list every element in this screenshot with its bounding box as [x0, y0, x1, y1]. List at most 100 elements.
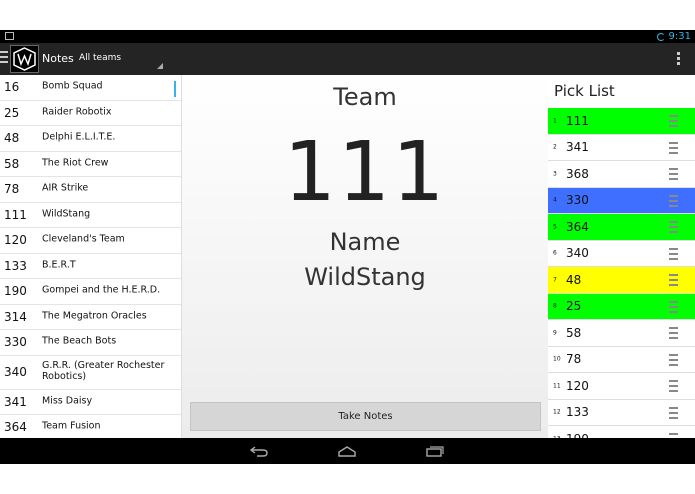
team-list-number: 58 — [4, 156, 20, 171]
team-list-name: The Beach Bots — [42, 335, 117, 347]
team-list-number: 314 — [4, 309, 27, 324]
team-list-item[interactable]: 190 Gompei and the H.E.R.D. — [0, 279, 181, 305]
team-list-number: 364 — [4, 420, 27, 435]
pick-list-item[interactable]: 3 368 — [548, 161, 695, 188]
take-notes-button[interactable]: Take Notes — [190, 402, 541, 431]
drag-handle-icon[interactable] — [669, 380, 678, 392]
app-logo[interactable] — [10, 45, 39, 73]
team-list-item[interactable]: 111 WildStang — [0, 203, 181, 228]
pick-list-item[interactable]: 13190 — [548, 426, 695, 438]
status-bar: 9:31 — [0, 30, 695, 43]
drawer-menu-icon[interactable] — [0, 51, 8, 67]
pick-list-item[interactable]: 2 341 — [548, 134, 695, 161]
pick-rank: 6 — [553, 249, 557, 257]
team-list-number: 340 — [4, 365, 27, 379]
bottom-margin — [0, 464, 695, 494]
team-list-item[interactable]: 133 B.E.R.T — [0, 254, 181, 279]
drag-handle-icon[interactable] — [669, 115, 678, 127]
name-label: Name — [329, 228, 401, 256]
overflow-menu-icon[interactable] — [677, 52, 681, 66]
notification-image-icon — [5, 32, 14, 40]
team-list-number: 133 — [4, 258, 27, 273]
team-list-number: 341 — [4, 394, 27, 409]
team-list-name: B.E.R.T — [42, 259, 76, 271]
team-list-name: Miss Daisy — [42, 395, 93, 407]
team-list-item[interactable]: 48 Delphi E.L.I.T.E. — [0, 126, 181, 152]
team-name: WildStang — [304, 263, 426, 291]
team-list-item[interactable]: 120 Cleveland's Team — [0, 228, 181, 254]
pick-rank: 12 — [553, 408, 561, 416]
status-right: 9:31 — [656, 30, 691, 43]
pick-rank: 11 — [553, 382, 561, 390]
home-icon[interactable] — [337, 445, 357, 457]
drag-handle-icon[interactable] — [669, 274, 678, 286]
team-list-number: 120 — [4, 233, 27, 248]
drag-handle-icon[interactable] — [669, 168, 678, 180]
pick-rank: 3 — [553, 170, 557, 178]
team-list-name: Gompei and the H.E.R.D. — [42, 284, 161, 296]
team-list-item[interactable]: 314 The Megatron Oracles — [0, 305, 181, 330]
pick-team-number: 120 — [566, 378, 589, 393]
pick-list-item[interactable]: 6 340 — [548, 240, 695, 267]
team-list-name: AIR Strike — [42, 182, 89, 194]
team-list-number: 48 — [4, 131, 20, 146]
pick-list-item[interactable]: 1 111 — [548, 108, 695, 135]
drag-handle-icon[interactable] — [669, 406, 678, 419]
pick-list-title: Pick List — [554, 82, 615, 100]
team-list-number: 190 — [4, 284, 27, 299]
team-list-item[interactable]: 16 Bomb Squad — [0, 75, 181, 101]
drag-handle-icon[interactable] — [669, 194, 678, 207]
team-filter-dropdown[interactable]: All teams — [79, 52, 163, 72]
pick-rank: 8 — [553, 302, 557, 310]
team-list-number: 330 — [4, 335, 27, 350]
drag-handle-icon[interactable] — [669, 141, 678, 154]
pick-list[interactable]: 1 111 2 341 3 368 4 330 5 364 6 340 7 48 8 25 9 58 10 78 11 1… — [548, 108, 695, 438]
drag-handle-icon[interactable] — [669, 327, 678, 339]
team-list-name: The Riot Crew — [42, 157, 109, 169]
drag-handle-icon[interactable] — [669, 221, 678, 233]
pick-list-item[interactable]: 5 364 — [548, 214, 695, 241]
team-list-item[interactable]: 364 Team Fusion — [0, 415, 181, 438]
pick-rank: 10 — [553, 355, 561, 363]
pick-team-number: 111 — [566, 113, 589, 128]
recent-apps-icon[interactable] — [425, 445, 445, 457]
navigation-bar — [0, 438, 695, 464]
top-margin — [0, 0, 695, 30]
pick-list-item[interactable]: 8 25 — [548, 293, 695, 320]
pick-list-item[interactable]: 10 78 — [548, 346, 695, 373]
team-list-number: 111 — [4, 207, 27, 222]
pick-team-number: 340 — [566, 246, 589, 261]
pick-list-item[interactable]: 7 48 — [548, 267, 695, 294]
team-filter-value: All teams — [79, 53, 122, 63]
pick-list-item[interactable]: 9 58 — [548, 320, 695, 347]
drag-handle-icon[interactable] — [669, 353, 678, 366]
team-list-item[interactable]: 25 Raider Robotix — [0, 101, 181, 126]
action-bar: Notes All teams — [0, 43, 695, 75]
team-list-item[interactable]: 78 AIR Strike — [0, 177, 181, 203]
drag-handle-icon[interactable] — [669, 247, 678, 260]
pick-rank: 1 — [553, 117, 557, 125]
team-list-name: Delphi E.L.I.T.E. — [42, 131, 116, 143]
drag-handle-icon[interactable] — [669, 300, 678, 313]
pick-list-item[interactable]: 12 133 — [548, 399, 695, 426]
team-list[interactable]: 16 Bomb Squad 25 Raider Robotix 48 Delphi E.L… — [0, 75, 182, 438]
team-list-item[interactable]: 341 Miss Daisy — [0, 390, 181, 415]
team-label: Team — [333, 83, 397, 111]
team-list-name: WildStang — [42, 208, 91, 220]
pick-list-item[interactable]: 4 330 — [548, 187, 695, 214]
pick-rank: 5 — [553, 223, 557, 231]
pick-team-number: 48 — [566, 272, 582, 287]
team-list-name: Cleveland's Team — [42, 233, 125, 245]
team-list-item[interactable]: 330 The Beach Bots — [0, 330, 181, 356]
team-list-item[interactable]: 58 The Riot Crew — [0, 152, 181, 177]
app-title: Notes — [42, 52, 74, 65]
team-list-name: The Megatron Oracles — [42, 310, 147, 322]
back-icon[interactable] — [249, 445, 269, 457]
team-list-item[interactable]: 340 G.R.R. (Greater Rochester Robotics) — [0, 356, 181, 390]
pick-list-panel: Pick List 1 111 2 341 3 368 4 330 5 364 6 340 7 48 8 25… — [548, 75, 695, 438]
pick-rank: 2 — [553, 143, 557, 151]
pick-list-item[interactable]: 11 120 — [548, 373, 695, 400]
pick-team-number: 133 — [566, 405, 589, 420]
team-list-number: 16 — [4, 80, 20, 95]
pick-team-number: 25 — [566, 299, 582, 314]
